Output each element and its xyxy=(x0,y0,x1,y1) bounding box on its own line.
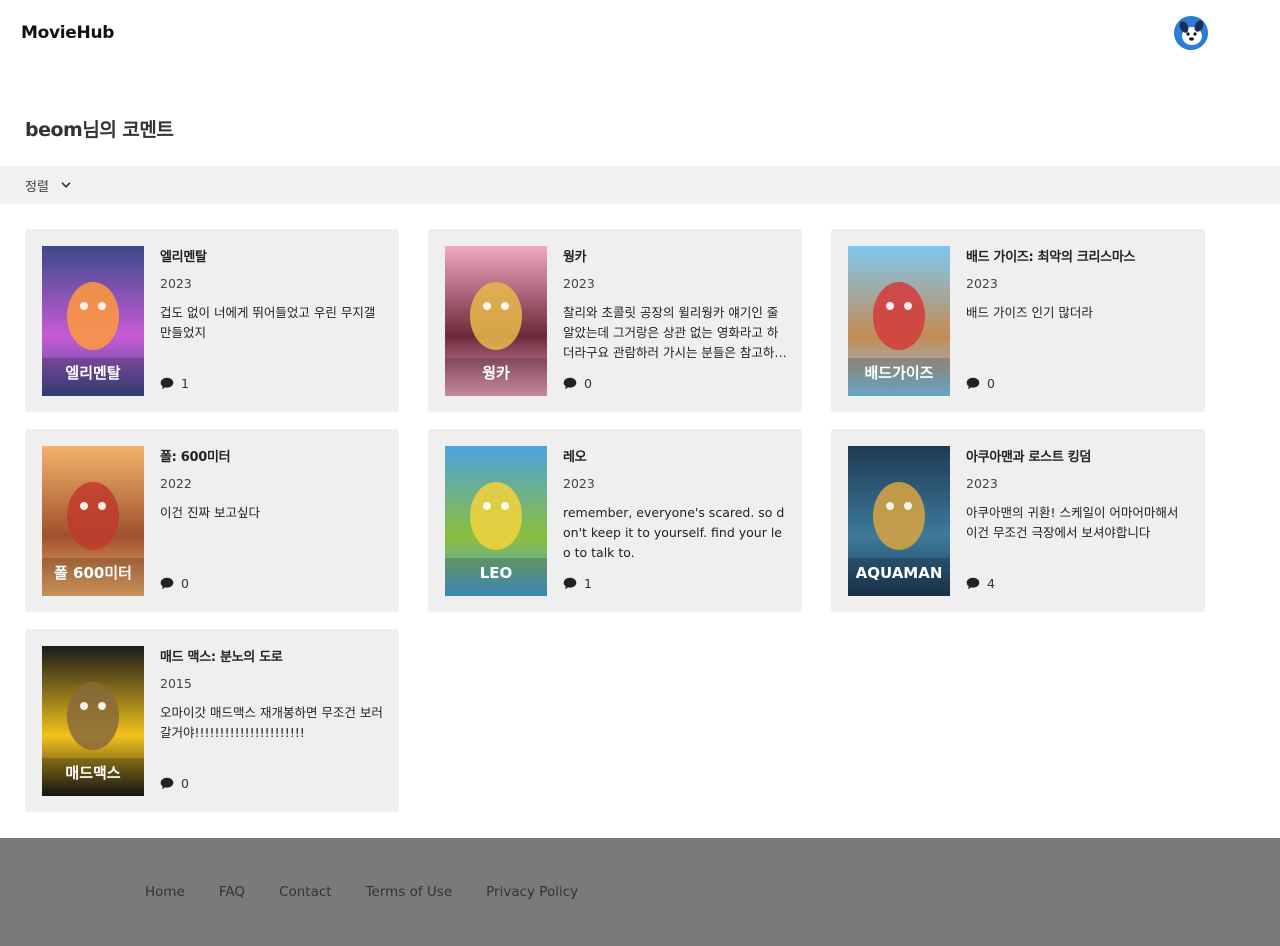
comment-count: 0 xyxy=(181,576,189,591)
site-footer: Home FAQ Contact Terms of Use Privacy Po… xyxy=(0,838,1280,946)
movie-title[interactable]: 매드 맥스: 분노의 도로 xyxy=(160,646,283,665)
reply-count[interactable]: 4 xyxy=(966,576,995,591)
poster-caption: 폴 600미터 xyxy=(54,564,132,582)
comment-text: 찰리와 초콜릿 공장의 윌리웡카 얘기인 줄 알았는데 그거랑은 상관 없는 영… xyxy=(563,305,786,360)
comment-card[interactable]: 매드맥스 매드 맥스: 분노의 도로 2015 오마이갓 매드맥스 재개봉하면 … xyxy=(25,629,399,812)
comment-count: 0 xyxy=(987,376,995,391)
reply-count[interactable]: 1 xyxy=(160,376,189,391)
movie-poster[interactable]: LEO xyxy=(445,446,547,596)
reply-count[interactable]: 0 xyxy=(563,376,592,391)
comment-card[interactable]: 배드가이즈 배드 가이즈: 최악의 크리스마스 2023 배드 가이즈 인기 많… xyxy=(831,229,1205,412)
reply-count[interactable]: 0 xyxy=(160,576,189,591)
footer-link-faq[interactable]: FAQ xyxy=(219,884,245,900)
reply-count[interactable]: 0 xyxy=(966,376,995,391)
movie-year: 2023 xyxy=(563,276,595,291)
comment-card[interactable]: 엘리멘탈 엘리멘탈 2023 겁도 없이 너에게 뛰어들었고 우린 무지갤 만들… xyxy=(25,229,399,412)
footer-link-home[interactable]: Home xyxy=(145,884,185,900)
poster-caption: 엘리멘탈 xyxy=(65,364,120,382)
comment-bubble-icon xyxy=(563,377,577,390)
sort-bar: 정렬 xyxy=(0,166,1280,204)
comment-count: 0 xyxy=(181,776,189,791)
comment-bubble-icon xyxy=(160,377,174,390)
poster-caption: LEO xyxy=(480,564,513,582)
movie-year: 2023 xyxy=(160,276,192,291)
comment-text: 오마이갓 매드맥스 재개봉하면 무조건 보러갈거야!!!!!!!!!!!!!!!… xyxy=(160,705,383,740)
sort-dropdown[interactable]: 정렬 xyxy=(25,176,71,195)
footer-link-contact[interactable]: Contact xyxy=(279,884,332,900)
poster-caption: AQUAMAN xyxy=(856,564,943,582)
comment-count: 1 xyxy=(181,376,189,391)
comment-bubble-icon xyxy=(966,577,980,590)
poster-caption: 웡카 xyxy=(482,364,510,382)
top-header: MovieHub xyxy=(0,0,1280,68)
movie-title[interactable]: 아쿠아맨과 로스트 킹덤 xyxy=(966,446,1091,465)
footer-nav: Home FAQ Contact Terms of Use Privacy Po… xyxy=(145,884,578,900)
movie-title[interactable]: 폴: 600미터 xyxy=(160,446,231,465)
comment-text: 이건 진짜 보고싶다 xyxy=(160,505,260,520)
movie-year: 2023 xyxy=(966,476,998,491)
comment-card[interactable]: LEO 레오 2023 remember, everyone's scared.… xyxy=(428,429,802,612)
movie-year: 2022 xyxy=(160,476,192,491)
comment-card[interactable]: 웡카 웡카 2023 찰리와 초콜릿 공장의 윌리웡카 얘기인 줄 알았는데 그… xyxy=(428,229,802,412)
movie-poster[interactable]: 폴 600미터 xyxy=(42,446,144,596)
movie-title[interactable]: 엘리멘탈 xyxy=(160,246,207,265)
dog-avatar-icon[interactable] xyxy=(1174,16,1208,50)
comment-text: 아쿠아맨의 귀환! 스케일이 어마어마해서 이건 무조건 극장에서 보셔야합니다 xyxy=(966,505,1179,540)
comment-text: 배드 가이즈 인기 많더라 xyxy=(966,305,1093,320)
poster-caption: 매드맥스 xyxy=(65,764,120,782)
page-title: beom님의 코멘트 xyxy=(25,119,174,141)
poster-caption: 배드가이즈 xyxy=(864,364,933,382)
movie-title[interactable]: 레오 xyxy=(563,446,587,465)
sort-label: 정렬 xyxy=(25,179,49,195)
comment-bubble-icon xyxy=(160,777,174,790)
comment-bubble-icon xyxy=(563,577,577,590)
footer-link-terms[interactable]: Terms of Use xyxy=(366,884,453,900)
comment-bubble-icon xyxy=(966,377,980,390)
comment-text: 겁도 없이 너에게 뛰어들었고 우린 무지갤 만들었지 xyxy=(160,305,376,340)
movie-title[interactable]: 웡카 xyxy=(563,246,587,265)
movie-poster[interactable]: 매드맥스 xyxy=(42,646,144,796)
movie-poster[interactable]: 배드가이즈 xyxy=(848,246,950,396)
reply-count[interactable]: 1 xyxy=(563,576,592,591)
comment-count: 1 xyxy=(584,576,592,591)
comment-bubble-icon xyxy=(160,577,174,590)
reply-count[interactable]: 0 xyxy=(160,776,189,791)
movie-poster[interactable]: 웡카 xyxy=(445,246,547,396)
movie-year: 2023 xyxy=(966,276,998,291)
comment-count: 0 xyxy=(584,376,592,391)
comment-card[interactable]: 폴 600미터 폴: 600미터 2022 이건 진짜 보고싶다 0 xyxy=(25,429,399,612)
comment-count: 4 xyxy=(987,576,995,591)
footer-link-privacy[interactable]: Privacy Policy xyxy=(486,884,578,900)
comment-card[interactable]: AQUAMAN 아쿠아맨과 로스트 킹덤 2023 아쿠아맨의 귀환! 스케일이… xyxy=(831,429,1205,612)
comment-text: remember, everyone's scared. so don't ke… xyxy=(563,505,785,560)
site-logo[interactable]: MovieHub xyxy=(21,23,114,43)
movie-year: 2023 xyxy=(563,476,595,491)
movie-title[interactable]: 배드 가이즈: 최악의 크리스마스 xyxy=(966,246,1135,265)
movie-poster[interactable]: 엘리멘탈 xyxy=(42,246,144,396)
chevron-down-icon xyxy=(61,182,71,188)
movie-poster[interactable]: AQUAMAN xyxy=(848,446,950,596)
movie-year: 2015 xyxy=(160,676,192,691)
